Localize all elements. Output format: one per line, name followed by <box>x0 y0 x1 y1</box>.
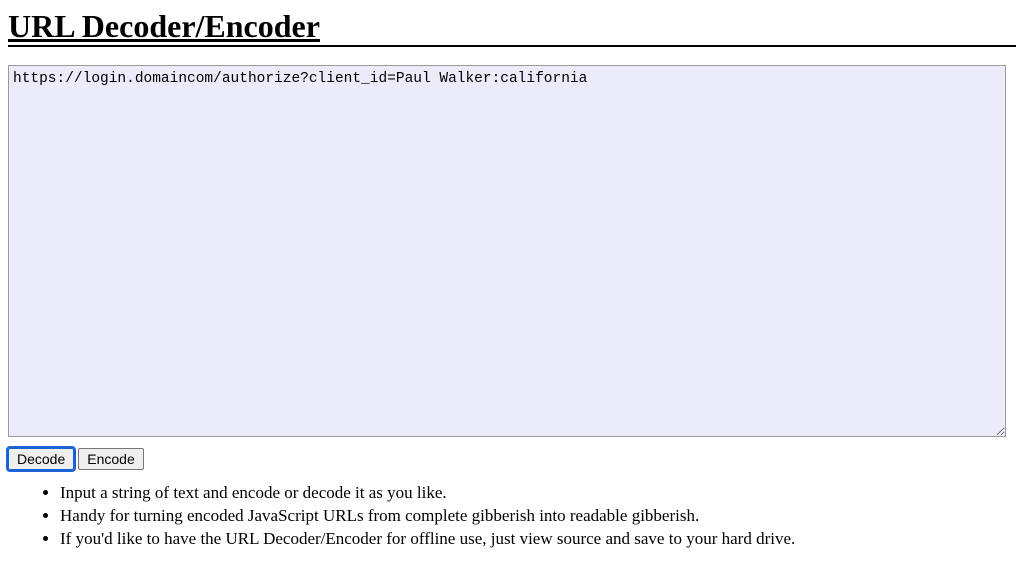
decode-button[interactable]: Decode <box>8 448 74 470</box>
url-input-textarea[interactable] <box>8 65 1006 437</box>
list-item: Input a string of text and encode or dec… <box>60 482 1016 505</box>
instructions-list: Input a string of text and encode or dec… <box>8 482 1016 551</box>
list-item: Handy for turning encoded JavaScript URL… <box>60 505 1016 528</box>
list-item: If you'd like to have the URL Decoder/En… <box>60 528 1016 551</box>
encode-button[interactable]: Encode <box>78 448 143 470</box>
page-title: URL Decoder/Encoder <box>8 8 1016 47</box>
button-row: Decode Encode <box>8 448 1016 470</box>
textarea-container <box>8 65 1016 442</box>
